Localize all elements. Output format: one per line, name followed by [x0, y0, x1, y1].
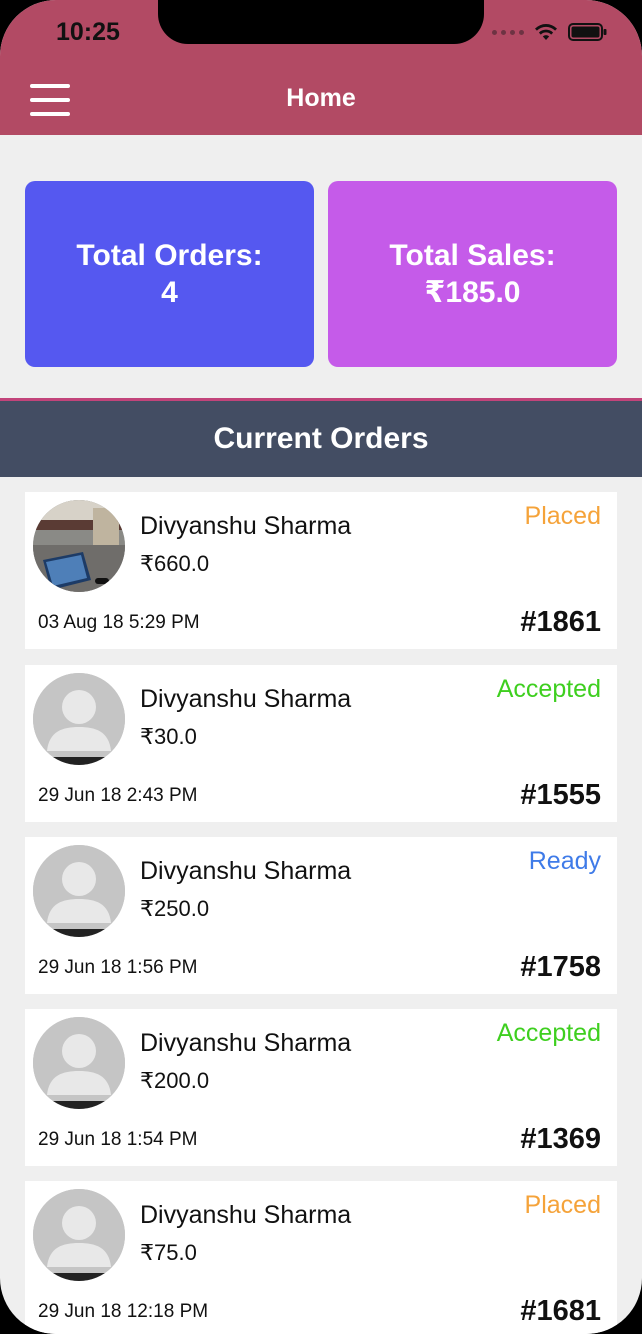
order-number: #1369: [520, 1123, 601, 1155]
section-title: Current Orders: [213, 422, 429, 455]
order-date: 29 Jun 18 1:56 PM: [38, 957, 198, 978]
order-date: 29 Jun 18 12:18 PM: [38, 1301, 209, 1322]
order-amount: ₹30.0: [140, 724, 197, 749]
order-status: Accepted: [496, 675, 601, 703]
page-title: Home: [286, 84, 356, 112]
status-time: 10:25: [56, 18, 120, 46]
battery-icon: [568, 22, 608, 42]
order-status: Placed: [524, 1191, 601, 1219]
app-screen: 10:25 Home Total Orders: 4 Total Sales: …: [0, 0, 642, 1334]
wifi-icon: [534, 23, 558, 41]
order-date: 03 Aug 18 5:29 PM: [38, 612, 200, 633]
total-orders-card: Total Orders: 4: [25, 181, 314, 367]
customer-name: Divyanshu Sharma: [140, 1201, 352, 1229]
current-orders-header: Current Orders: [0, 398, 642, 477]
order-card[interactable]: Divyanshu Sharma ₹250.0 Ready 29 Jun 18 …: [25, 837, 617, 994]
order-card[interactable]: Divyanshu Sharma ₹30.0 Accepted 29 Jun 1…: [25, 665, 617, 822]
order-date: 29 Jun 18 1:54 PM: [38, 1129, 198, 1150]
customer-name: Divyanshu Sharma: [140, 685, 352, 713]
order-number: #1681: [520, 1295, 601, 1327]
customer-name: Divyanshu Sharma: [140, 512, 352, 540]
device-notch: [158, 0, 484, 44]
user-placeholder-icon: [33, 845, 125, 937]
order-amount: ₹75.0: [140, 1240, 197, 1265]
order-amount: ₹660.0: [140, 551, 210, 576]
customer-name: Divyanshu Sharma: [140, 1029, 352, 1057]
total-sales-value: ₹185.0: [424, 276, 521, 309]
user-placeholder-icon: [33, 1189, 125, 1281]
order-number: #1758: [520, 951, 601, 983]
user-photo-avatar: [33, 500, 125, 592]
total-orders-label: Total Orders:: [76, 239, 263, 272]
order-amount: ₹200.0: [140, 1068, 210, 1093]
user-placeholder-icon: [33, 1017, 125, 1109]
order-card[interactable]: Divyanshu Sharma ₹75.0 Placed 29 Jun 18 …: [25, 1181, 617, 1334]
order-card[interactable]: Divyanshu Sharma ₹200.0 Accepted 29 Jun …: [25, 1009, 617, 1166]
signal-icon: [492, 29, 524, 35]
status-icons: [492, 22, 608, 42]
total-sales-label: Total Sales:: [389, 239, 556, 272]
order-status: Accepted: [496, 1019, 601, 1047]
top-header: 10:25 Home: [0, 0, 642, 135]
order-amount: ₹250.0: [140, 896, 210, 921]
customer-name: Divyanshu Sharma: [140, 857, 352, 885]
total-orders-value: 4: [161, 276, 178, 309]
order-number: #1861: [520, 606, 601, 638]
total-sales-card: Total Sales: ₹185.0: [328, 181, 617, 367]
user-placeholder-icon: [33, 673, 125, 765]
order-status: Ready: [528, 847, 601, 875]
order-status: Placed: [524, 502, 601, 530]
order-number: #1555: [520, 779, 601, 811]
order-card[interactable]: Divyanshu Sharma ₹660.0 Placed 03 Aug 18…: [25, 492, 617, 649]
order-date: 29 Jun 18 2:43 PM: [38, 785, 198, 806]
